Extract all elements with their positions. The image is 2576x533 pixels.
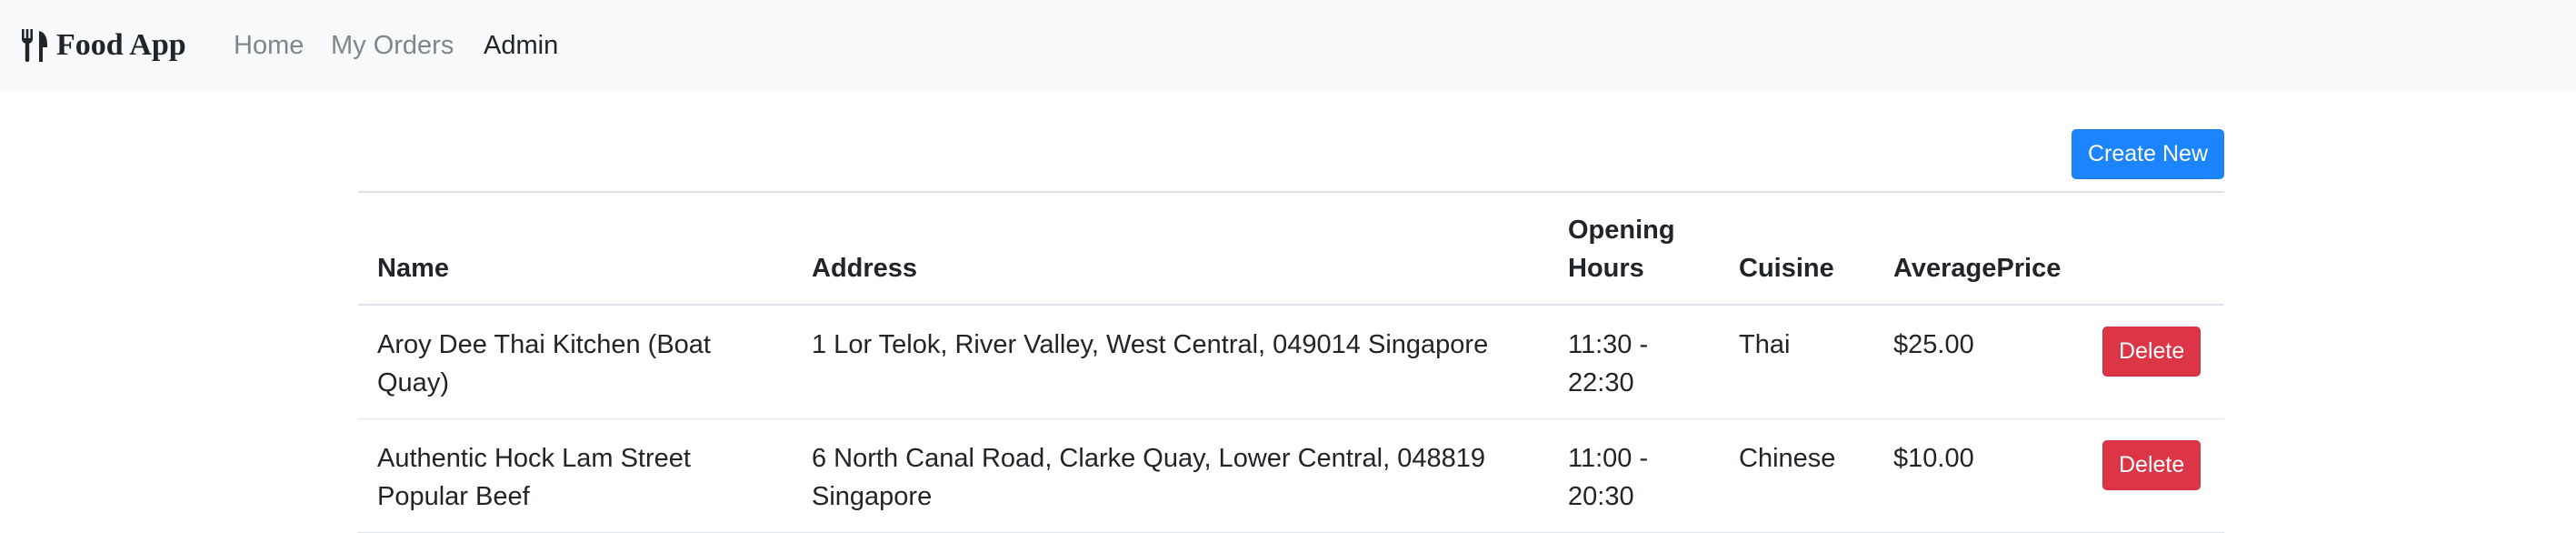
cell-name: Authentic Hock Lam Street Popular Beef — [377, 444, 691, 511]
header-hours-line2: Hours — [1568, 254, 1644, 283]
table-row: Authentic Hock Lam Street Popular Beef 6… — [358, 419, 2224, 533]
header-address: Address — [812, 254, 918, 283]
header-action — [2083, 192, 2224, 305]
cell-action: Delete — [2083, 419, 2224, 533]
header-cuisine: Cuisine — [1739, 254, 1834, 283]
header-row: Name Address Opening Hours Cuisine Averag… — [358, 192, 2224, 305]
table-header: Name Address Opening Hours Cuisine Averag… — [358, 192, 2224, 305]
cell-price: $25.00 — [1893, 330, 1974, 359]
cell-cuisine: Chinese — [1739, 444, 1836, 473]
table-body: Aroy Dee Thai Kitchen (Boat Quay) 1 Lor … — [358, 305, 2224, 533]
cell-name: Aroy Dee Thai Kitchen (Boat Quay) — [377, 330, 711, 397]
delete-button[interactable]: Delete — [2102, 327, 2202, 377]
nav-admin[interactable]: Admin — [484, 27, 558, 64]
cell-address: 6 North Canal Road, Clarke Quay, Lower C… — [812, 444, 1485, 511]
cell-price: $10.00 — [1893, 444, 1974, 473]
create-new-button[interactable]: Create New — [2072, 129, 2224, 179]
cell-action: Delete — [2083, 305, 2224, 419]
cell-address: 1 Lor Telok, River Valley, West Central,… — [812, 330, 1489, 359]
table-row: Aroy Dee Thai Kitchen (Boat Quay) 1 Lor … — [358, 305, 2224, 419]
cell-hours: 11:00 - 20:30 — [1568, 444, 1649, 511]
utensils-icon — [22, 29, 47, 62]
nav-my-orders[interactable]: My Orders — [331, 27, 454, 64]
header-opening-hours: Opening Hours — [1549, 192, 1720, 305]
brand-title: Food App — [56, 28, 186, 62]
brand-link[interactable]: Food App — [20, 24, 186, 67]
header-name: Name — [377, 254, 449, 283]
cell-cuisine: Thai — [1739, 330, 1791, 359]
header-average-price: AveragePrice — [1893, 254, 2062, 283]
header-hours-line1: Opening — [1568, 216, 1675, 245]
nav-home[interactable]: Home — [234, 27, 304, 64]
restaurants-table: Name Address Opening Hours Cuisine Averag… — [358, 191, 2224, 533]
delete-button[interactable]: Delete — [2102, 440, 2202, 490]
navbar: Food App Home My Orders Admin — [0, 0, 2576, 91]
cell-hours: 11:30 - 22:30 — [1568, 330, 1649, 397]
